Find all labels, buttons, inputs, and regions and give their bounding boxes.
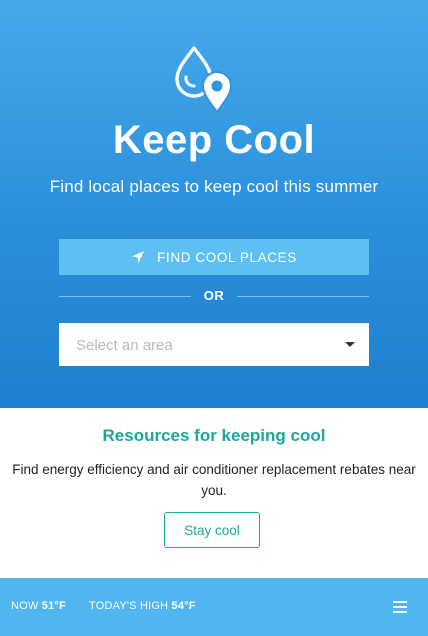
current-temperature: NOW 51°F [11, 600, 66, 612]
find-cool-places-label: FIND COOL PLACES [157, 249, 297, 265]
high-value: 54°F [171, 600, 196, 612]
caret-down-icon [345, 342, 355, 347]
hamburger-menu-icon[interactable] [393, 601, 407, 613]
or-separator: OR [59, 287, 369, 305]
weather-footer: NOW 51°F TODAY'S HIGH 54°F [0, 578, 428, 636]
resources-description: Find energy efficiency and air condition… [12, 462, 416, 498]
hero-section: Keep Cool Find local places to keep cool… [0, 0, 428, 408]
water-drop-location-pin-icon [175, 46, 233, 114]
divider-right [237, 296, 369, 297]
tagline: Find local places to keep cool this summ… [49, 177, 379, 196]
area-select-placeholder: Select an area [76, 337, 173, 354]
resources-section: Resources for keeping cool Find energy e… [0, 408, 428, 578]
find-cool-places-button[interactable]: FIND COOL PLACES [59, 239, 369, 275]
area-select[interactable]: Select an area [59, 323, 369, 366]
resources-title: Resources for keeping cool [102, 426, 326, 445]
navigation-arrow-icon [132, 251, 145, 263]
app-title: Keep Cool [112, 118, 316, 162]
now-label: NOW [11, 600, 39, 612]
high-label: TODAY'S HIGH [89, 600, 169, 612]
stay-cool-button[interactable]: Stay cool [164, 512, 260, 548]
now-value: 51°F [41, 600, 66, 612]
todays-high: TODAY'S HIGH 54°F [89, 600, 196, 612]
